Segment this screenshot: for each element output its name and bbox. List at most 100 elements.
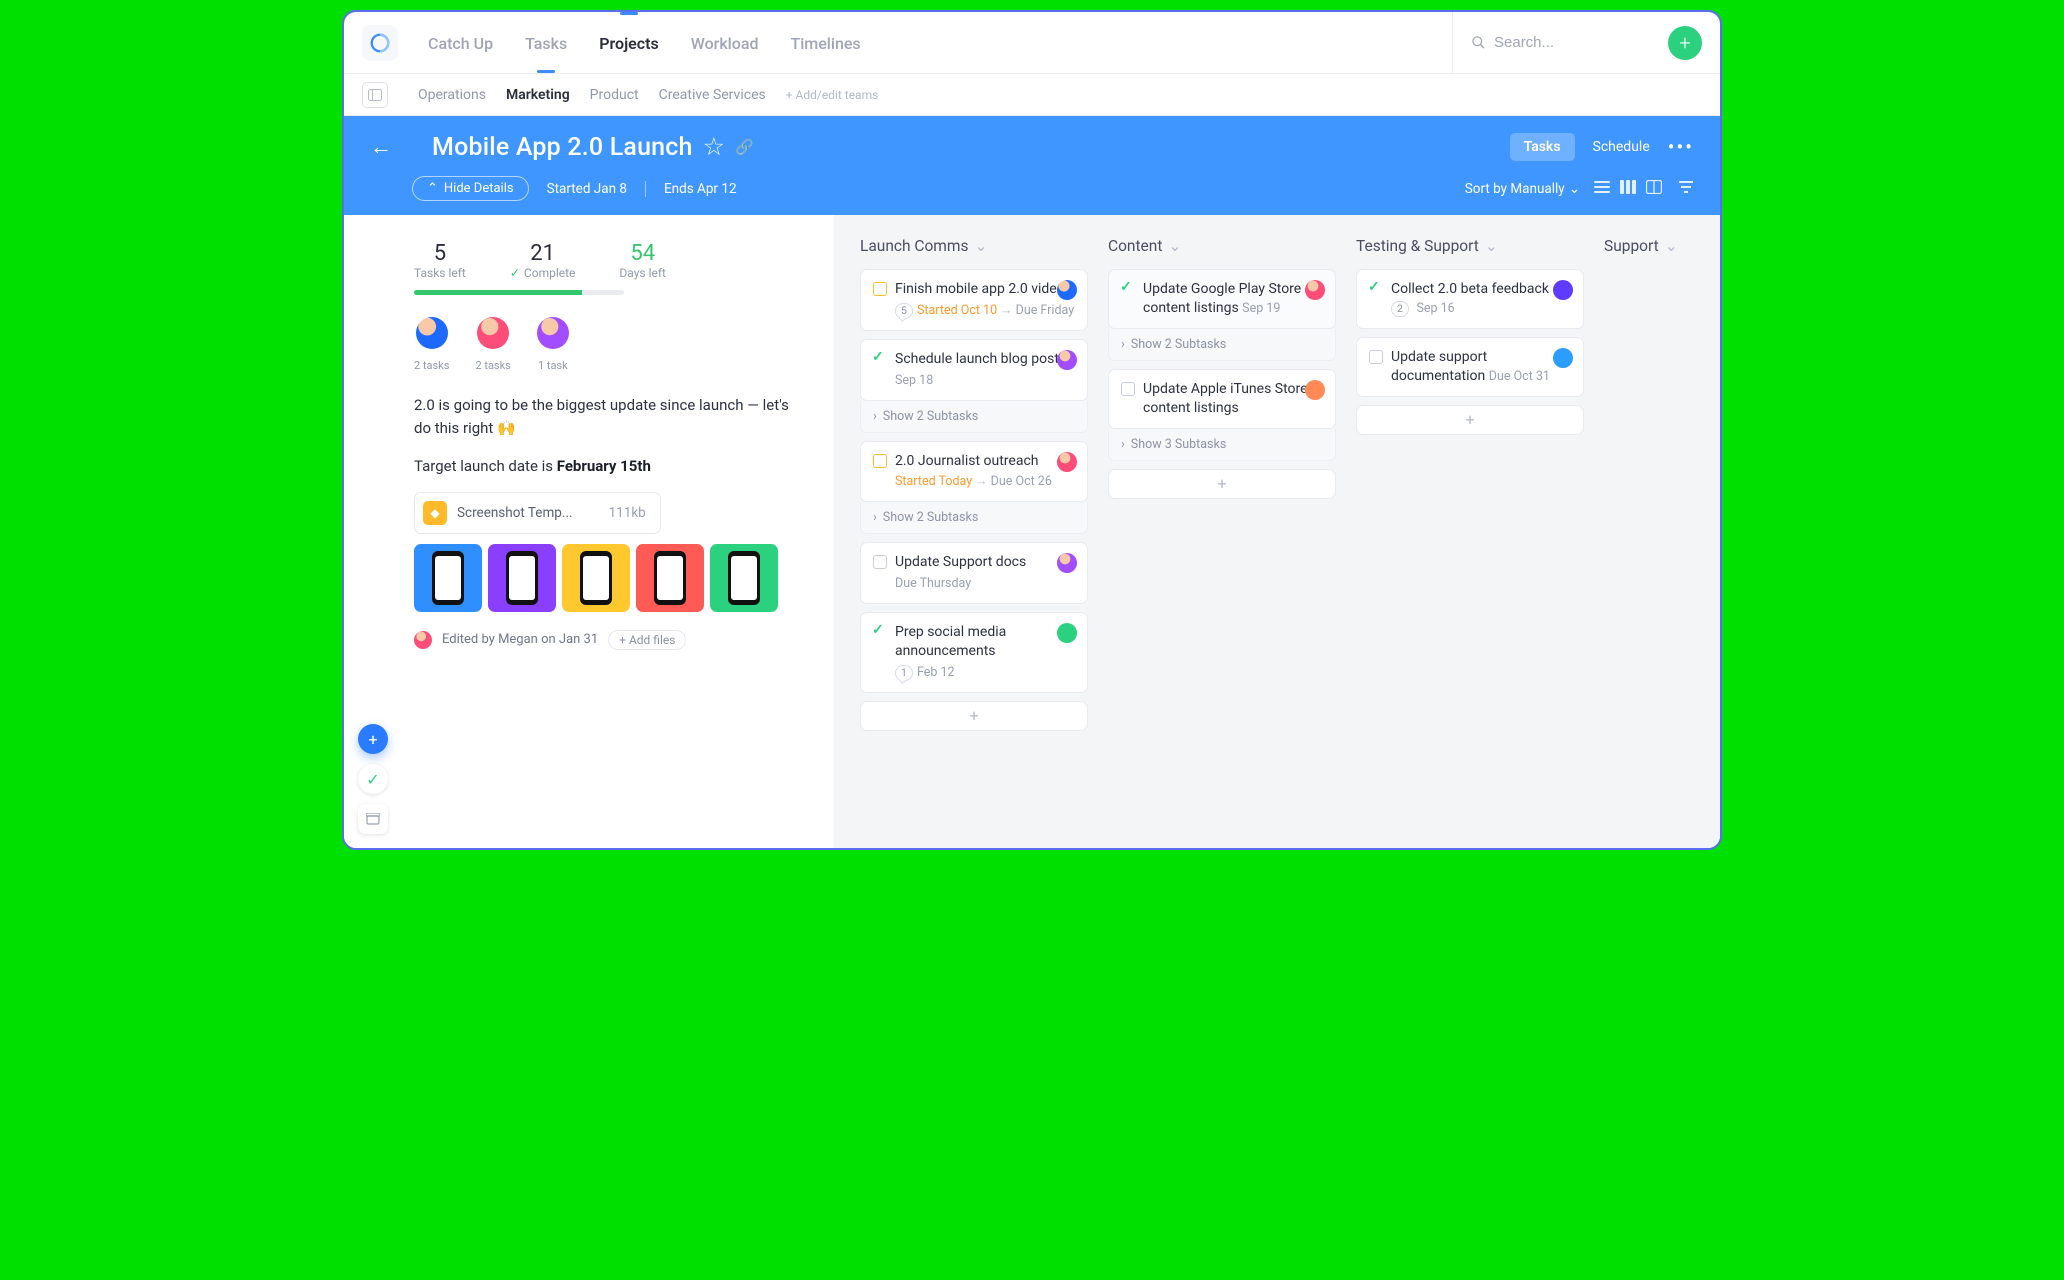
task-card[interactable]: Schedule launch blog postSep 18 xyxy=(860,339,1088,401)
task-card[interactable]: Update Google Play Store content listing… xyxy=(1108,269,1336,329)
add-card-button[interactable]: + xyxy=(860,701,1088,731)
tab-tasks[interactable]: Tasks xyxy=(1510,133,1575,161)
hide-details-label: Hide Details xyxy=(444,181,514,196)
avatar-icon xyxy=(414,631,432,649)
add-files-button[interactable]: + Add files xyxy=(608,630,686,650)
task-checkbox[interactable] xyxy=(873,625,887,639)
show-subtasks-button[interactable]: ›Show 3 Subtasks xyxy=(1108,429,1336,461)
edited-by-text: Edited by Megan on Jan 31 xyxy=(442,632,598,647)
assignee-count: 2 tasks xyxy=(475,359,510,372)
thumbnail[interactable] xyxy=(562,544,630,612)
nav-catch-up[interactable]: Catch Up xyxy=(426,14,495,71)
task-checkbox[interactable] xyxy=(1369,350,1383,364)
search-box[interactable] xyxy=(1452,12,1654,74)
view-list-icon[interactable] xyxy=(1594,180,1610,198)
due-date: Sep 18 xyxy=(895,373,933,388)
stat-value: 21 xyxy=(510,241,576,266)
thumbnail[interactable] xyxy=(710,544,778,612)
assignee[interactable]: 2 tasks xyxy=(475,317,510,372)
nav-timelines[interactable]: Timelines xyxy=(788,14,862,71)
back-button[interactable]: ← xyxy=(362,134,400,160)
task-card[interactable]: Update Apple iTunes Store content listin… xyxy=(1108,369,1336,429)
due-date: Due Thursday xyxy=(895,576,971,591)
assignee-avatar[interactable] xyxy=(1553,280,1573,300)
attachment[interactable]: ◆ Screenshot Temp... 111kb xyxy=(414,492,661,534)
project-more-menu[interactable]: ••• xyxy=(1668,135,1694,159)
team-marketing[interactable]: Marketing xyxy=(506,87,570,103)
view-board-icon[interactable] xyxy=(1620,180,1636,198)
task-card[interactable]: Finish mobile app 2.0 video5Started Oct … xyxy=(860,269,1088,331)
sort-by-button[interactable]: Sort by Manually ⌄ xyxy=(1465,181,1580,197)
hide-details-button[interactable]: ⌃ Hide Details xyxy=(412,176,529,201)
task-card[interactable]: Collect 2.0 beta feedback 2 Sep 16 xyxy=(1356,269,1584,329)
task-card[interactable]: Update support documentation Due Oct 31 xyxy=(1356,337,1584,397)
assignee[interactable]: 1 task xyxy=(537,317,569,372)
team-creative-services[interactable]: Creative Services xyxy=(659,87,766,103)
team-product[interactable]: Product xyxy=(590,87,639,103)
tab-schedule[interactable]: Schedule xyxy=(1593,139,1650,155)
global-add-button[interactable]: + xyxy=(1668,26,1702,60)
assignee-avatar[interactable] xyxy=(1305,380,1325,400)
filter-icon[interactable] xyxy=(1678,180,1694,198)
column-header[interactable]: Launch Comms⌄ xyxy=(860,237,1088,255)
nav-workload[interactable]: Workload xyxy=(689,14,761,71)
task-checkbox[interactable] xyxy=(1121,382,1135,396)
task-checkbox[interactable] xyxy=(1369,282,1383,296)
subtasks-label: Show 3 Subtasks xyxy=(1131,437,1227,452)
nav-tasks[interactable]: Tasks xyxy=(523,14,569,71)
project-title: Mobile App 2.0 Launch ☆ 🔗 xyxy=(432,132,754,162)
check-button[interactable]: ✓ xyxy=(358,764,388,794)
column-header[interactable]: Support⌄ xyxy=(1604,237,1720,255)
column-header[interactable]: Testing & Support⌄ xyxy=(1356,237,1584,255)
view-switcher xyxy=(1594,180,1694,198)
task-checkbox[interactable] xyxy=(873,555,887,569)
task-checkbox[interactable] xyxy=(873,454,887,468)
started-date: Started Oct 10 xyxy=(917,303,997,318)
comment-count: 1 xyxy=(895,665,913,681)
panel-toggle-button[interactable] xyxy=(362,82,388,108)
board-column: Launch Comms⌄ Finish mobile app 2.0 vide… xyxy=(860,237,1088,826)
assignee-avatar[interactable] xyxy=(1553,348,1573,368)
add-edit-teams-button[interactable]: + Add/edit teams xyxy=(786,88,879,102)
task-card[interactable]: Update Support docsDue Thursday xyxy=(860,542,1088,604)
show-subtasks-button[interactable]: ›Show 2 Subtasks xyxy=(1108,329,1336,361)
subtasks-label: Show 2 Subtasks xyxy=(883,510,979,525)
task-checkbox[interactable] xyxy=(873,352,887,366)
link-icon[interactable]: 🔗 xyxy=(735,138,754,156)
archive-button[interactable] xyxy=(358,804,388,834)
inline-date: Sep 16 xyxy=(1416,301,1454,316)
nav-projects[interactable]: Projects xyxy=(597,14,661,71)
box-icon xyxy=(366,813,380,825)
assignee-avatar[interactable] xyxy=(1305,280,1325,300)
board-column: Testing & Support⌄ Collect 2.0 beta feed… xyxy=(1356,237,1584,826)
assignee[interactable]: 2 tasks xyxy=(414,317,449,372)
show-subtasks-button[interactable]: ›Show 2 Subtasks xyxy=(860,502,1088,534)
assignee-avatar[interactable] xyxy=(1057,350,1077,370)
app-logo[interactable] xyxy=(362,25,398,61)
search-input[interactable] xyxy=(1494,34,1654,51)
thumbnail[interactable] xyxy=(488,544,556,612)
thumbnail[interactable] xyxy=(636,544,704,612)
view-split-icon[interactable] xyxy=(1646,180,1662,198)
team-operations[interactable]: Operations xyxy=(418,87,486,103)
thumbnail[interactable] xyxy=(414,544,482,612)
assignee-avatar[interactable] xyxy=(1057,452,1077,472)
show-subtasks-button[interactable]: ›Show 2 Subtasks xyxy=(860,401,1088,433)
due-date: Due Oct 26 xyxy=(991,474,1052,489)
stat-tasks-left: 5 Tasks left xyxy=(414,241,466,280)
task-card[interactable]: 2.0 Journalist outreachStarted Today→Due… xyxy=(860,441,1088,503)
new-task-button[interactable]: + xyxy=(358,724,388,754)
star-icon[interactable]: ☆ xyxy=(703,132,726,162)
add-card-button[interactable]: + xyxy=(1356,405,1584,435)
task-title: Prep social media announcements xyxy=(895,624,1006,659)
chevron-down-icon: ⌄ xyxy=(1485,237,1498,255)
assignee-avatar[interactable] xyxy=(1057,280,1077,300)
assignee-avatar[interactable] xyxy=(1057,623,1077,643)
task-checkbox[interactable] xyxy=(1121,282,1135,296)
column-header[interactable]: Content⌄ xyxy=(1108,237,1336,255)
add-card-button[interactable]: + xyxy=(1108,469,1336,499)
task-title: Finish mobile app 2.0 video xyxy=(895,281,1065,297)
stat-label: Tasks left xyxy=(414,266,466,280)
task-checkbox[interactable] xyxy=(873,282,887,296)
task-card[interactable]: Prep social media announcements1Feb 12 xyxy=(860,612,1088,693)
